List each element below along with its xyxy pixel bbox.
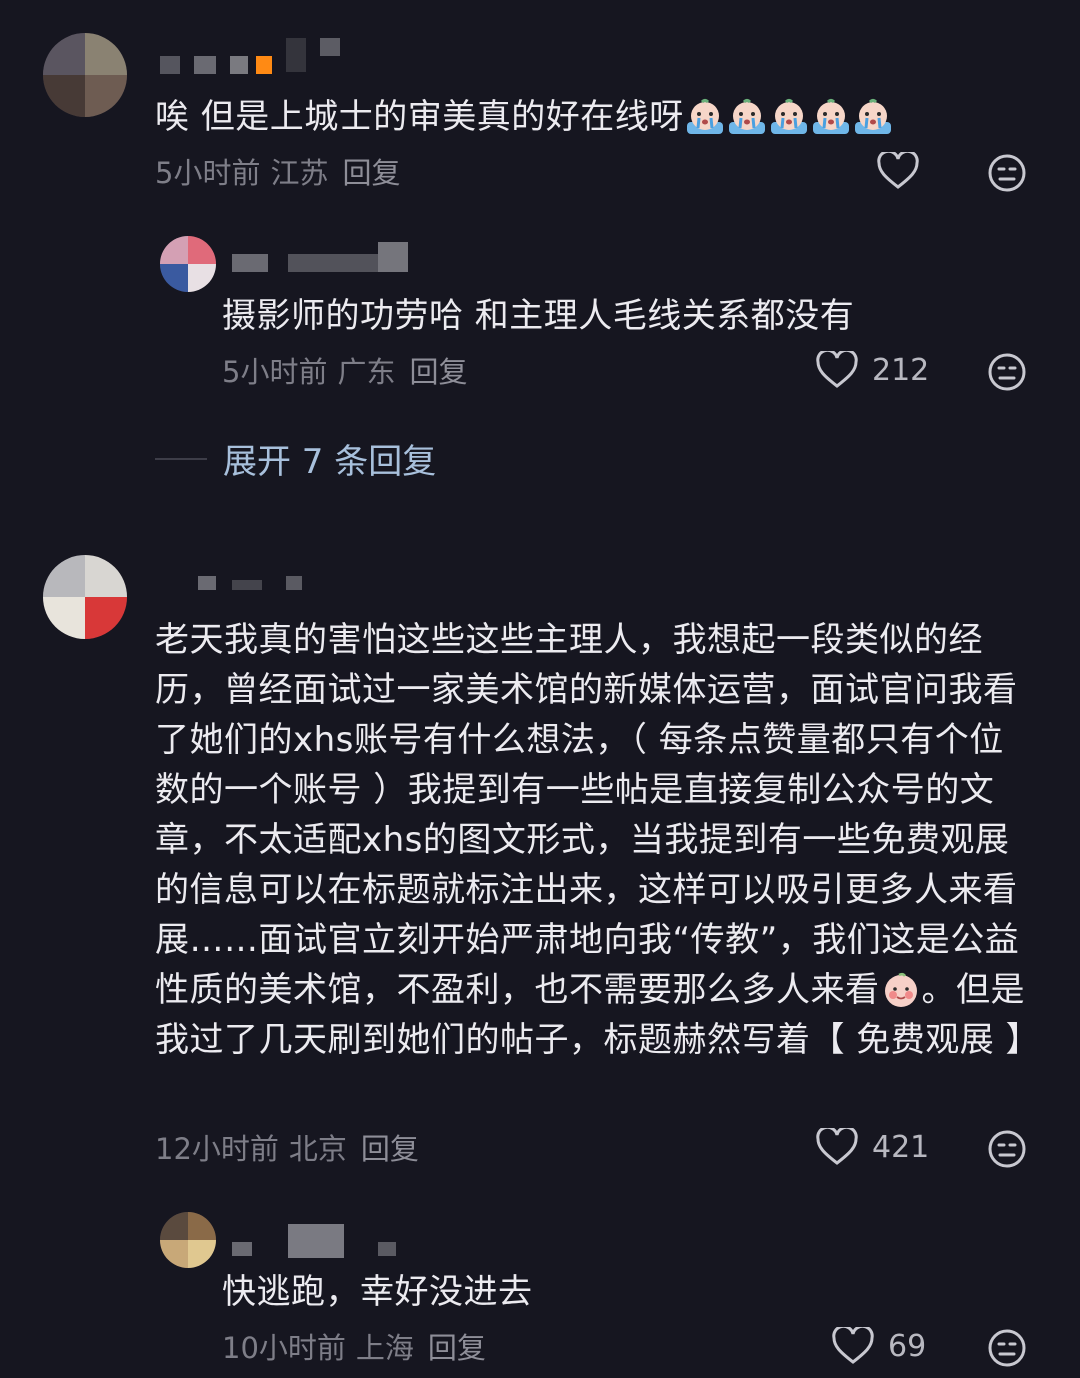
username-blurred[interactable] — [160, 38, 400, 74]
crying-face-emoji — [728, 99, 765, 134]
timestamp: 10小时前 — [222, 1331, 346, 1365]
heart-outline-icon — [877, 152, 919, 189]
reply-button[interactable]: 回复 — [409, 355, 467, 389]
shy-face-emoji — [884, 972, 917, 1007]
meh-face-icon[interactable] — [987, 1129, 1027, 1169]
timestamp: 12小时前 — [155, 1132, 279, 1166]
like-count: 421 — [872, 1129, 930, 1165]
location: 上海 — [355, 1331, 414, 1365]
expand-replies-label: 展开 7 条回复 — [223, 442, 437, 482]
like-button[interactable] — [877, 152, 919, 190]
expand-replies-button[interactable]: 展开 7 条回复 — [155, 434, 436, 483]
reply-button[interactable]: 回复 — [361, 1132, 419, 1166]
reply-button[interactable]: 回复 — [342, 156, 400, 190]
comment-meta: 12小时前 北京 回复 — [155, 1129, 419, 1169]
comment-text: 唉 但是上城士的审美真的好在线呀 — [155, 92, 1035, 142]
username-blurred[interactable] — [232, 1224, 412, 1258]
reply-text: 快逃跑，幸好没进去 — [222, 1272, 533, 1312]
like-count: 69 — [888, 1328, 927, 1364]
like-count: 212 — [872, 352, 930, 388]
timestamp: 5小时前 — [222, 355, 328, 389]
username-blurred[interactable] — [232, 242, 412, 272]
reply-meta: 5小时前 广东 回复 — [222, 352, 467, 392]
crying-face-emoji — [770, 99, 807, 134]
location: 北京 — [288, 1132, 347, 1166]
location: 江苏 — [270, 156, 329, 190]
timestamp: 5小时前 — [155, 156, 261, 190]
avatar[interactable] — [160, 1212, 216, 1268]
reply-text: 摄影师的功劳哈 和主理人毛线关系都没有 — [222, 296, 855, 336]
meh-face-icon[interactable] — [987, 1328, 1027, 1368]
heart-outline-icon — [816, 351, 858, 388]
meh-face-icon[interactable] — [987, 153, 1027, 193]
reply-button[interactable]: 回复 — [428, 1331, 486, 1365]
emoji-row — [684, 97, 894, 137]
avatar[interactable] — [43, 555, 127, 639]
divider — [155, 457, 207, 460]
avatar[interactable] — [160, 236, 216, 292]
username-blurred[interactable] — [160, 574, 320, 592]
crying-face-emoji — [812, 99, 849, 134]
heart-outline-icon — [832, 1327, 874, 1364]
comment-meta: 5小时前 江苏 回复 — [155, 153, 400, 193]
crying-face-emoji — [854, 99, 891, 134]
reply-meta: 10小时前 上海 回复 — [222, 1328, 486, 1368]
comment-1: 唉 但是上城士的审美真的好在线呀 5小时前 江苏 回复 — [0, 0, 1080, 210]
heart-outline-icon — [816, 1128, 858, 1165]
comment-text: 老天我真的害怕这些这些主理人，我想起一段类似的经历，曾经面试过一家美术馆的新媒体… — [155, 620, 1041, 1060]
like-button[interactable]: 421 — [816, 1128, 929, 1166]
crying-face-emoji — [686, 99, 723, 134]
like-button[interactable]: 212 — [816, 351, 929, 389]
location: 广东 — [337, 355, 396, 389]
avatar[interactable] — [43, 33, 127, 117]
meh-face-icon[interactable] — [987, 352, 1027, 392]
like-button[interactable]: 69 — [832, 1327, 926, 1365]
